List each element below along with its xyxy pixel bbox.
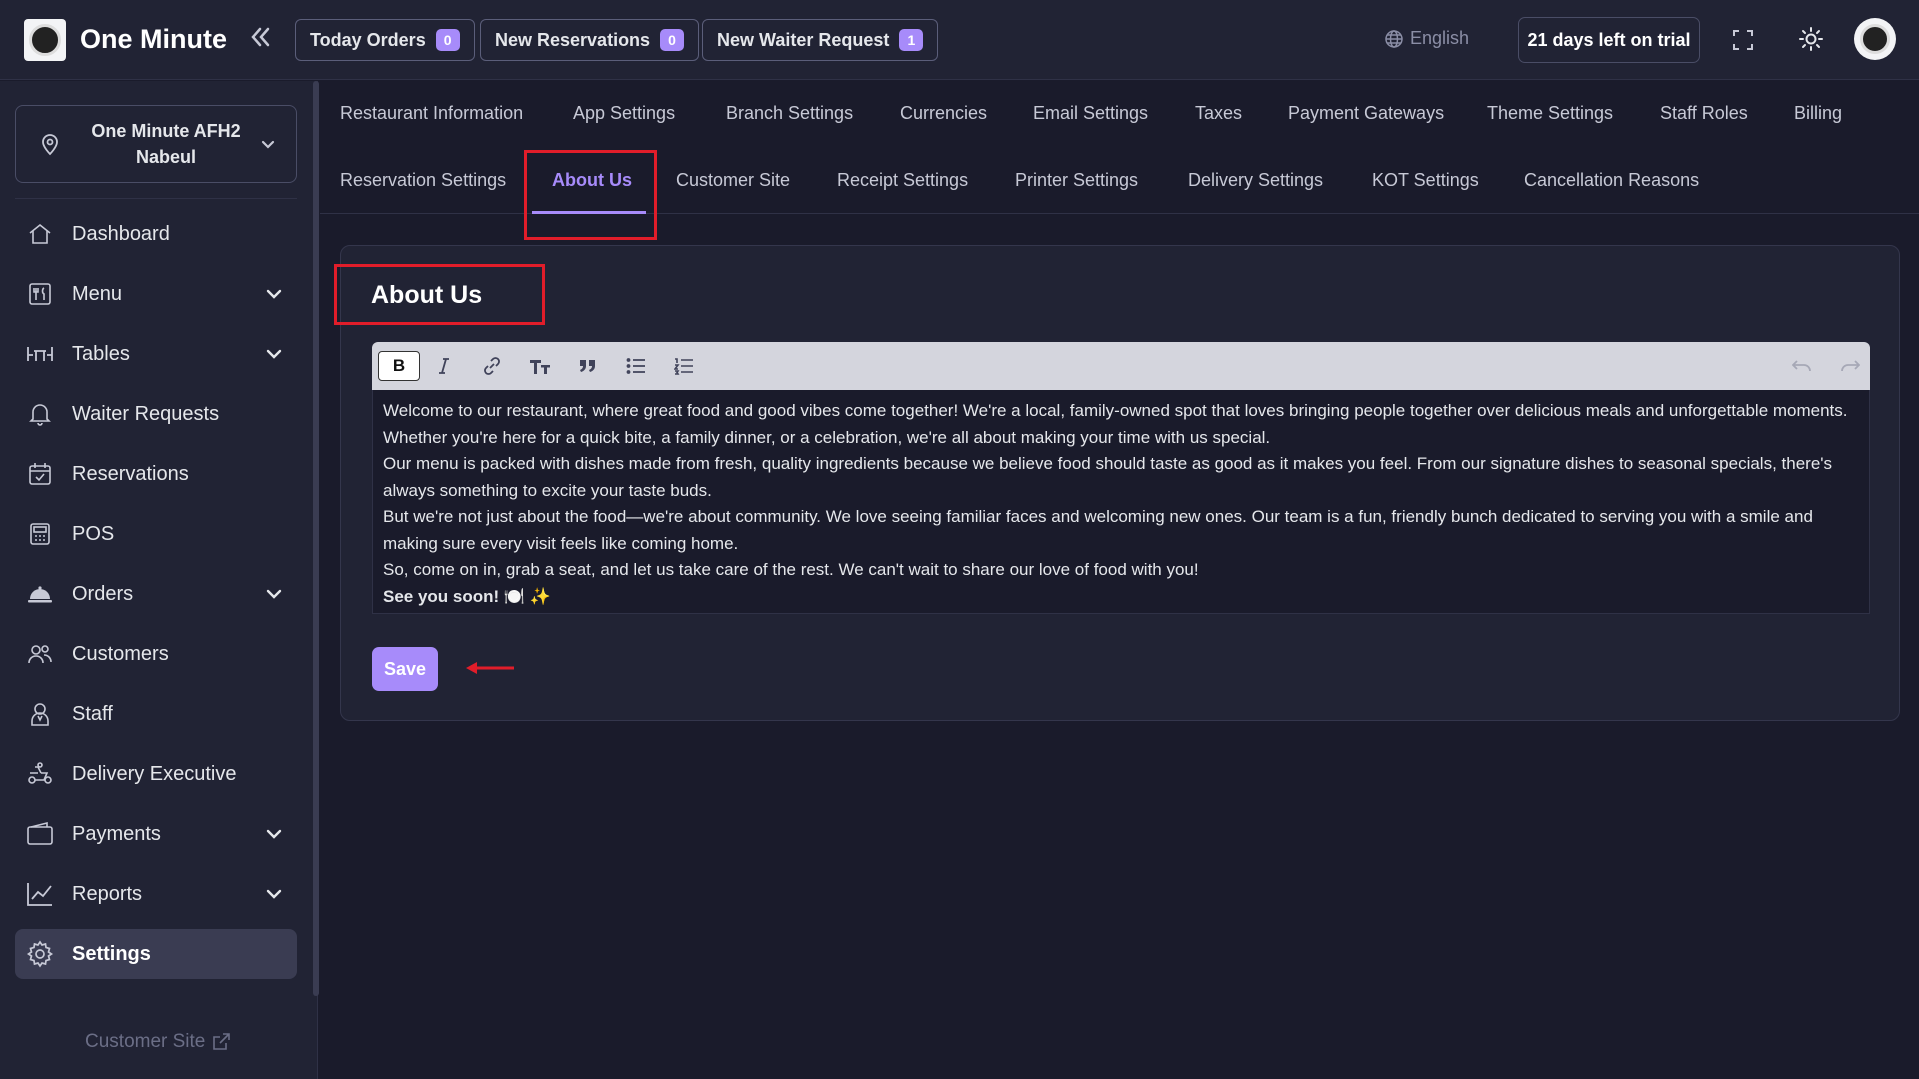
fullscreen-icon[interactable]: [1731, 28, 1755, 52]
tab-staff-roles[interactable]: Staff Roles: [1660, 103, 1748, 124]
chevron-down-icon: [263, 583, 285, 605]
chart-line-icon: [25, 879, 55, 909]
sun-icon[interactable]: [1798, 26, 1824, 52]
editor-paragraph: Welcome to our restaurant, where great f…: [383, 401, 1848, 447]
staff-icon: [25, 699, 55, 729]
highlight-box-about-tab: [524, 150, 657, 240]
chevron-down-icon: [258, 134, 278, 154]
sidebar-item-pos[interactable]: POS: [15, 509, 297, 559]
branch-name: One Minute AFH2: [91, 121, 241, 141]
table-icon: [25, 339, 55, 369]
customer-site-link[interactable]: Customer Site: [85, 1031, 231, 1053]
tab-cancellation-reasons[interactable]: Cancellation Reasons: [1524, 170, 1699, 191]
sidebar-item-waiter-requests[interactable]: Waiter Requests: [15, 389, 297, 439]
tab-taxes[interactable]: Taxes: [1195, 103, 1242, 124]
new-reservations-button[interactable]: New Reservations 0: [480, 19, 700, 61]
tab-billing[interactable]: Billing: [1794, 103, 1842, 124]
tab-restaurant-information[interactable]: Restaurant Information: [340, 103, 523, 124]
editor-signoff: See you soon! 🍽️ ✨: [383, 586, 551, 606]
app-logo[interactable]: [24, 19, 66, 61]
red-arrow-annotation: [466, 662, 514, 674]
chevron-down-icon: [263, 283, 285, 305]
app-title: One Minute: [80, 24, 227, 54]
sidebar-item-tables[interactable]: Tables: [15, 329, 297, 379]
today-orders-badge: 0: [435, 29, 460, 51]
scooter-icon: [25, 759, 55, 789]
gear-icon: [25, 939, 55, 969]
sidebar-item-reports[interactable]: Reports: [15, 869, 297, 919]
editor-toolbar: B: [372, 342, 1870, 390]
quote-icon[interactable]: [572, 350, 604, 382]
new-waiter-request-button[interactable]: New Waiter Request 1: [702, 19, 939, 61]
chevron-down-icon: [263, 883, 285, 905]
bold-button[interactable]: B: [378, 351, 420, 381]
editor-paragraph: But we're not just about the food—we're …: [383, 507, 1813, 553]
new-waiter-request-badge: 1: [899, 29, 924, 51]
cloche-icon: [25, 579, 55, 609]
sidebar-item-staff[interactable]: Staff: [15, 689, 297, 739]
link-icon[interactable]: [476, 350, 508, 382]
heading-icon[interactable]: [524, 350, 556, 382]
branch-city: Nabeul: [135, 147, 196, 167]
about-us-editor[interactable]: Welcome to our restaurant, where great f…: [372, 390, 1870, 614]
tab-currencies[interactable]: Currencies: [900, 103, 987, 124]
tab-kot-settings[interactable]: KOT Settings: [1372, 170, 1479, 191]
sidebar-item-reservations[interactable]: Reservations: [15, 449, 297, 499]
top-bar: One Minute Today Orders 0 New Reservation…: [0, 0, 1919, 80]
pos-terminal-icon: [25, 519, 55, 549]
tab-receipt-settings[interactable]: Receipt Settings: [837, 170, 968, 191]
external-link-icon: [213, 1033, 231, 1050]
menu-book-icon: [25, 279, 55, 309]
calendar-check-icon: [25, 459, 55, 489]
trial-button[interactable]: 21 days left on trial: [1518, 17, 1700, 63]
editor-paragraph: So, come on in, grab a seat, and let us …: [383, 560, 1199, 579]
tab-email-settings[interactable]: Email Settings: [1033, 103, 1148, 124]
wallet-icon: [25, 819, 55, 849]
chevron-down-icon: [263, 343, 285, 365]
sidebar-divider: [15, 198, 297, 199]
sidebar: One Minute AFH2 Nabeul Dashboard Menu Ta…: [0, 81, 319, 1079]
new-reservations-badge: 0: [660, 29, 685, 51]
globe-icon: [1385, 29, 1403, 48]
tab-theme-settings[interactable]: Theme Settings: [1487, 103, 1613, 124]
bell-icon: [25, 399, 55, 429]
tab-delivery-settings[interactable]: Delivery Settings: [1188, 170, 1323, 191]
tab-app-settings[interactable]: App Settings: [573, 103, 675, 124]
user-avatar[interactable]: [1854, 18, 1896, 60]
sidebar-item-delivery-executive[interactable]: Delivery Executive: [15, 749, 297, 799]
editor-paragraph: Our menu is packed with dishes made from…: [383, 454, 1833, 500]
sidebar-item-dashboard[interactable]: Dashboard: [15, 209, 297, 259]
undo-icon[interactable]: [1786, 350, 1818, 382]
sidebar-item-customers[interactable]: Customers: [15, 629, 297, 679]
location-pin-icon: [40, 132, 60, 156]
bullet-list-icon[interactable]: [620, 350, 652, 382]
tab-customer-site[interactable]: Customer Site: [676, 170, 790, 191]
redo-icon[interactable]: [1834, 350, 1866, 382]
highlight-box-title: [334, 264, 545, 325]
sidebar-item-settings[interactable]: Settings: [15, 929, 297, 979]
sidebar-item-payments[interactable]: Payments: [15, 809, 297, 859]
italic-icon[interactable]: [428, 350, 460, 382]
branch-selector[interactable]: One Minute AFH2 Nabeul: [15, 105, 297, 183]
sidebar-item-orders[interactable]: Orders: [15, 569, 297, 619]
numbered-list-icon[interactable]: [668, 350, 700, 382]
sidebar-scrollbar[interactable]: [313, 81, 319, 996]
chevron-down-icon: [263, 823, 285, 845]
tab-printer-settings[interactable]: Printer Settings: [1015, 170, 1138, 191]
language-selector[interactable]: English: [1384, 28, 1469, 49]
tab-branch-settings[interactable]: Branch Settings: [726, 103, 853, 124]
users-icon: [25, 639, 55, 669]
save-button[interactable]: Save: [372, 647, 438, 691]
tab-reservation-settings[interactable]: Reservation Settings: [340, 170, 506, 191]
collapse-sidebar-icon[interactable]: [245, 22, 275, 52]
home-icon: [25, 219, 55, 249]
sidebar-item-menu[interactable]: Menu: [15, 269, 297, 319]
tab-payment-gateways[interactable]: Payment Gateways: [1288, 103, 1444, 124]
today-orders-button[interactable]: Today Orders 0: [295, 19, 475, 61]
